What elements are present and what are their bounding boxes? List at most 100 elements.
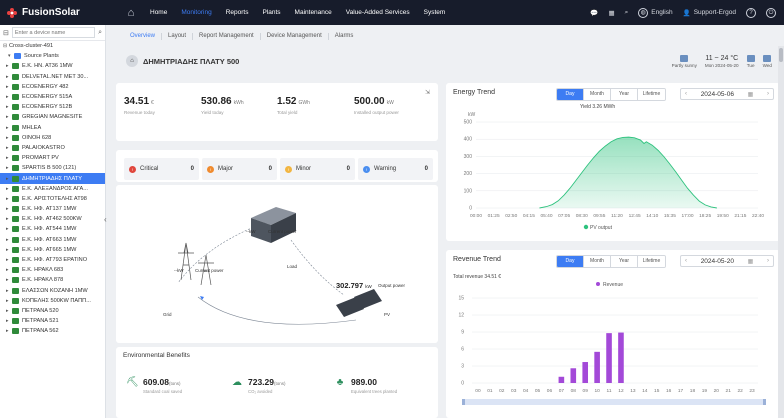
brand-logo[interactable]: FusionSolar bbox=[0, 7, 112, 19]
revenue-date-value: 2024-05-20 bbox=[700, 257, 734, 265]
tree-group[interactable]: ▾ Source Plants bbox=[0, 51, 105, 61]
nav-home[interactable]: Home bbox=[150, 9, 167, 16]
tree-item[interactable]: ▸ PROMART PV bbox=[0, 153, 105, 163]
tree-item[interactable]: ▸ MHLEA bbox=[0, 123, 105, 133]
tree-item[interactable]: ▸ ΠΕΤΡΑΝΑ 562 bbox=[0, 326, 105, 336]
transmission-tower-icon bbox=[178, 242, 214, 286]
x-tick-label: 19 bbox=[702, 388, 708, 394]
prev-date-icon[interactable]: ‹ bbox=[685, 258, 687, 264]
tree-root[interactable]: ⊟ Cross-cluster-491 bbox=[0, 41, 105, 51]
tree-item[interactable]: ▸ E.K. HΦ. AT665 1MW bbox=[0, 245, 105, 255]
x-tick-label: 18 bbox=[690, 388, 696, 394]
nav-reports[interactable]: Reports bbox=[226, 9, 249, 16]
period-lifetime[interactable]: Lifetime bbox=[638, 89, 665, 100]
folder-icon bbox=[14, 53, 21, 60]
calendar-icon[interactable]: ▦ bbox=[748, 258, 754, 265]
nav-value-added-services[interactable]: Value-Added Services bbox=[346, 9, 410, 16]
tree-item[interactable]: ▸ OINOH 628 bbox=[0, 133, 105, 143]
x-tick-label: 14:10 bbox=[646, 213, 658, 219]
energy-date-picker[interactable]: ‹ 2024-05-06 ▦ › bbox=[680, 88, 774, 100]
tab-layout[interactable]: Layout bbox=[162, 32, 194, 40]
next-date-icon[interactable]: › bbox=[767, 258, 769, 264]
period-year[interactable]: Year bbox=[611, 89, 638, 100]
tree-item[interactable]: ▸ ECOENERGY 512B bbox=[0, 102, 105, 112]
pv-output-label: Output power bbox=[378, 283, 406, 288]
language-switch[interactable]: ◍ English bbox=[638, 7, 673, 18]
tree-item-label: E.K. HΦ. AT544 1MW bbox=[22, 226, 77, 233]
period-month[interactable]: Month bbox=[584, 256, 611, 267]
alarm-critical[interactable]: ! Critical 0 bbox=[124, 158, 199, 180]
tree-item[interactable]: ▸ E.K. ΑΛΕΞΑΝΔΡΟΣ ΑΓΑ... bbox=[0, 184, 105, 194]
filter-icon[interactable]: ⊟ bbox=[3, 29, 9, 37]
help-icon[interactable]: ? bbox=[746, 7, 756, 18]
chat-icon[interactable]: 💬 bbox=[590, 9, 598, 17]
tab-report-management[interactable]: Report Management bbox=[193, 32, 261, 40]
revenue-date-picker[interactable]: ‹ 2024-05-20 ▦ › bbox=[680, 255, 774, 267]
chart-settings-icon[interactable]: ⇲ bbox=[425, 89, 430, 96]
nav-maintenance[interactable]: Maintenance bbox=[295, 9, 332, 16]
x-tick-label: 02 bbox=[499, 388, 505, 394]
period-day[interactable]: Day bbox=[557, 256, 584, 267]
tree-item[interactable]: ▸ ECOENERGY 482 bbox=[0, 82, 105, 92]
tree-item[interactable]: ▸ ΔΗΜΗΤΡΙΑΔΗΣ ΠΛΑΤΥ bbox=[0, 173, 105, 184]
tree-item[interactable]: ▸ ΕΛΑΣΣΩΝ ΚΟΖΑΝΗ 1MW bbox=[0, 286, 105, 296]
solar-panel-icon bbox=[336, 289, 382, 317]
weather-wed: Wed bbox=[763, 54, 772, 68]
grid-icon[interactable]: ▦ bbox=[609, 9, 615, 17]
page-scrollbar-thumb[interactable] bbox=[779, 48, 783, 62]
plant-icon bbox=[12, 144, 19, 151]
nav-plants[interactable]: Plants bbox=[262, 9, 280, 16]
tree-item[interactable]: ▸ ΚΟΠΕΛΗΣ 500KW ΠΑΠΠ... bbox=[0, 296, 105, 306]
grid-power-label: Current power bbox=[195, 268, 224, 273]
alarm-major[interactable]: ! Major 0 bbox=[202, 158, 277, 180]
chart-zoom-slider bbox=[462, 399, 766, 405]
tab-alarms[interactable]: Alarms bbox=[329, 33, 360, 40]
tree-item-label: PALAIOKASTRO bbox=[22, 144, 65, 151]
tree-item[interactable]: ▸ E.K. ΑΡΙΣΤΟΤΕΛΗΣ ΑΤ98 bbox=[0, 194, 105, 204]
y-axis-unit: kW bbox=[468, 112, 476, 118]
y-tick-label: 6 bbox=[461, 347, 464, 353]
device-search-input[interactable] bbox=[11, 27, 96, 38]
tree-item[interactable]: ▸ ΠΕΤΡΑΝΑ 521 bbox=[0, 316, 105, 326]
period-year[interactable]: Year bbox=[611, 256, 638, 267]
next-date-icon[interactable]: › bbox=[767, 91, 769, 97]
tree-item[interactable]: ▸ E.K. HN. AT36 1MW bbox=[0, 61, 105, 71]
prev-date-icon[interactable]: ‹ bbox=[685, 91, 687, 97]
calendar-icon[interactable]: ▦ bbox=[748, 91, 754, 98]
tree-item[interactable]: ▸ E.K. HPAKΛ 878 bbox=[0, 275, 105, 285]
tree-item[interactable]: ▸ E.K. HΦ. AT793 EPATINO bbox=[0, 255, 105, 265]
plant-icon bbox=[12, 287, 19, 294]
tree-item-label: E.K. HΦ. AT137 1MW bbox=[22, 206, 77, 213]
nav-monitoring[interactable]: Monitoring bbox=[181, 9, 211, 16]
grid-label: Grid bbox=[163, 312, 172, 317]
tree-item-label: ΔΗΜΗΤΡΙΑΔΗΣ ΠΛΑΤΥ bbox=[22, 175, 82, 182]
home-icon[interactable]: ⌂ bbox=[112, 7, 150, 19]
tree-item[interactable]: ▸ GREGIAN MAGNESITE bbox=[0, 112, 105, 122]
tree-item[interactable]: ▸ PALAIOKASTRO bbox=[0, 143, 105, 153]
tree-item[interactable]: ▸ SPARTIS B 500 (121) bbox=[0, 163, 105, 173]
tree-item[interactable]: ▸ E.K. HΦ. AT137 1MW bbox=[0, 204, 105, 214]
search-icon[interactable]: ⌕ bbox=[98, 29, 102, 37]
period-month[interactable]: Month bbox=[584, 89, 611, 100]
tree-item[interactable]: ▸ E.K. HPAKΛ 683 bbox=[0, 265, 105, 275]
search-icon[interactable]: ⌕ bbox=[625, 9, 629, 17]
alarm-minor[interactable]: ! Minor 0 bbox=[280, 158, 355, 180]
period-lifetime[interactable]: Lifetime bbox=[638, 256, 665, 267]
alarm-warning[interactable]: ! Warning 0 bbox=[358, 158, 433, 180]
tree-item[interactable]: ▸ ΠΕΤΡΑΝΑ 520 bbox=[0, 306, 105, 316]
tab-overview[interactable]: Overview bbox=[124, 32, 163, 40]
collapse-sidebar-icon[interactable]: ‹ bbox=[104, 215, 107, 224]
tree-item[interactable]: ▸ DELVETAL.NET MET 30... bbox=[0, 72, 105, 82]
user-menu[interactable]: 👤 Support-Ergod bbox=[683, 9, 736, 17]
main-content: Overview Layout Report Management Device Ma… bbox=[116, 25, 784, 418]
page-scrollbar[interactable] bbox=[778, 46, 784, 418]
nav-system[interactable]: System bbox=[424, 9, 446, 16]
power-icon[interactable]: ⏻ bbox=[766, 7, 776, 18]
tab-device-management[interactable]: Device Management bbox=[261, 32, 329, 40]
tree-item[interactable]: ▸ ECOENERGY 515A bbox=[0, 92, 105, 102]
alarm-label: Critical bbox=[140, 166, 159, 172]
tree-item[interactable]: ▸ E.K. HΦ. AT544 1MW bbox=[0, 224, 105, 234]
tree-item[interactable]: ▸ E.K. HΦ. AT663 1MW bbox=[0, 235, 105, 245]
tree-item[interactable]: ▸ E.K. HΦ. AT462 500KW bbox=[0, 214, 105, 224]
period-day[interactable]: Day bbox=[557, 89, 584, 100]
